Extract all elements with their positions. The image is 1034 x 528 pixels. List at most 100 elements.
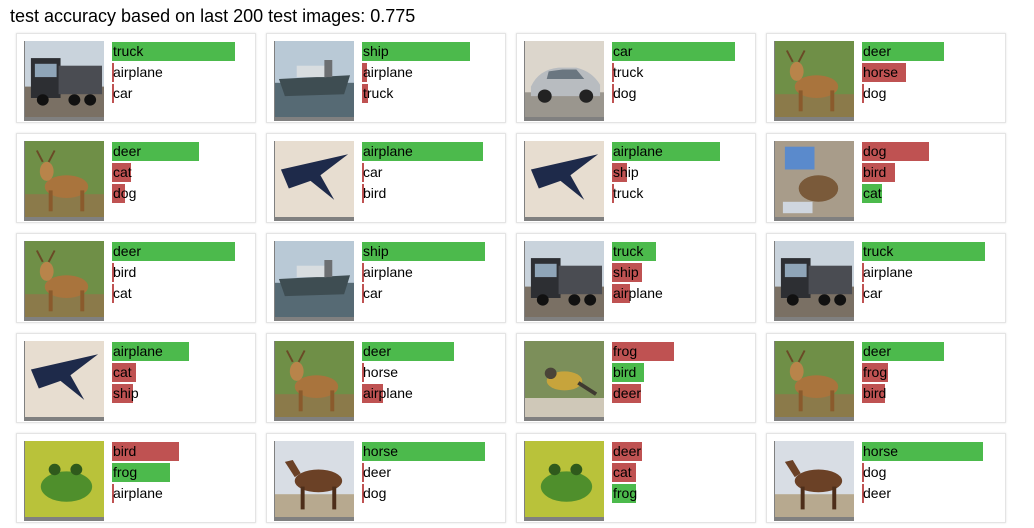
class-label: airplane [363,64,413,80]
prediction-row: dog [862,141,1002,162]
test-image-thumbnail [274,241,354,321]
prediction-row: frog [862,362,1002,383]
test-image-thumbnail [774,241,854,321]
prediction-list: horse deer dog [362,441,502,504]
class-label: bird [613,364,637,380]
class-label: airplane [363,385,413,401]
class-label: airplane [113,64,163,80]
class-label: airplane [863,264,913,280]
class-label: frog [613,485,638,501]
prediction-row: deer [112,241,252,262]
prediction-list: airplane cat ship [112,341,252,404]
prediction-card: horse dog deer [766,433,1006,523]
prediction-row: cat [112,283,252,304]
prediction-card: truck airplane car [16,33,256,123]
class-label: dog [363,485,387,501]
class-label: car [613,43,633,59]
prediction-card: deer horse dog [766,33,1006,123]
prediction-row: truck [612,62,752,83]
test-image-thumbnail [24,241,104,321]
class-label: deer [613,385,642,401]
test-image-thumbnail [524,441,604,521]
prediction-card: truck airplane car [766,233,1006,323]
class-label: ship [613,164,639,180]
class-label: car [863,285,883,301]
class-label: cat [613,464,632,480]
class-label: car [363,285,383,301]
prediction-row: truck [862,241,1002,262]
class-label: horse [863,443,899,459]
class-label: deer [113,143,142,159]
prediction-row: truck [112,41,252,62]
prediction-grid: truck airplane car ship airplane truck car truc… [16,33,1006,523]
test-image-thumbnail [774,341,854,421]
prediction-row: deer [612,383,752,404]
prediction-row: ship [362,41,502,62]
class-label: airplane [613,143,663,159]
class-label: ship [363,43,389,59]
class-label: bird [363,185,387,201]
prediction-row: truck [362,83,502,104]
prediction-card: ship airplane truck [266,33,506,123]
class-label: horse [363,364,399,380]
prediction-row: bird [862,383,1002,404]
prediction-row: bird [612,362,752,383]
prediction-list: deer cat frog [612,441,752,504]
prediction-row: ship [362,241,502,262]
test-image-thumbnail [274,441,354,521]
class-label: airplane [363,143,413,159]
test-image-thumbnail [274,141,354,221]
class-label: deer [113,243,142,259]
test-image-thumbnail [524,241,604,321]
prediction-row: dog [862,462,1002,483]
prediction-row: car [612,41,752,62]
prediction-row: dog [362,483,502,504]
prediction-list: bird frog airplane [112,441,252,504]
prediction-list: ship airplane truck [362,41,502,104]
prediction-card: airplane car bird [266,133,506,223]
class-label: dog [863,464,887,480]
prediction-row: airplane [112,62,252,83]
class-label: airplane [113,485,163,501]
prediction-row: ship [612,162,752,183]
class-label: ship [613,264,639,280]
test-image-thumbnail [774,141,854,221]
prediction-row: dog [862,83,1002,104]
prediction-list: deer bird cat [112,241,252,304]
class-label: cat [113,364,132,380]
prediction-row: bird [862,162,1002,183]
prediction-list: deer frog bird [862,341,1002,404]
class-label: deer [613,443,642,459]
prediction-row: truck [612,183,752,204]
prediction-row: deer [862,341,1002,362]
prediction-row: ship [612,262,752,283]
class-label: dog [863,85,887,101]
prediction-row: cat [112,362,252,383]
prediction-row: ship [112,383,252,404]
test-image-thumbnail [24,341,104,421]
prediction-row: horse [862,441,1002,462]
prediction-row: airplane [362,141,502,162]
class-label: ship [363,243,389,259]
test-image-thumbnail [24,441,104,521]
class-label: frog [113,464,138,480]
prediction-card: truck ship airplane [516,233,756,323]
class-label: truck [613,243,644,259]
class-label: frog [613,343,638,359]
prediction-row: bird [362,183,502,204]
prediction-row: airplane [612,283,752,304]
prediction-row: deer [112,141,252,162]
class-label: bird [863,385,887,401]
test-image-thumbnail [524,141,604,221]
class-label: ship [113,385,139,401]
prediction-row: deer [862,483,1002,504]
prediction-list: airplane car bird [362,141,502,204]
prediction-list: frog bird deer [612,341,752,404]
prediction-card: ship airplane car [266,233,506,323]
prediction-list: ship airplane car [362,241,502,304]
class-label: horse [363,443,399,459]
class-label: dog [863,143,887,159]
prediction-card: airplane cat ship [16,333,256,423]
prediction-card: frog bird deer [516,333,756,423]
prediction-row: deer [362,341,502,362]
